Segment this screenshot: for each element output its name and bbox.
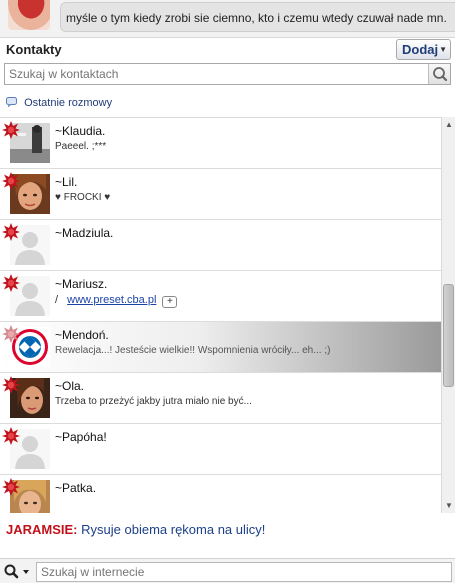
contact-name: ~Lil.: [55, 175, 78, 189]
contact-row[interactable]: ~Lil. ♥ FROCKI ♥: [0, 169, 441, 220]
contact-status-text: /: [55, 294, 59, 306]
contacts-title: Kontakty: [6, 42, 62, 57]
chevron-down-icon: ▼: [439, 45, 447, 54]
away-status-icon: [2, 478, 20, 496]
contact-row[interactable]: ~Klaudia. Paeeel. ;***: [0, 118, 441, 169]
scroll-up-arrow-icon[interactable]: ▲: [445, 120, 453, 129]
expand-plus-icon[interactable]: +: [162, 296, 178, 308]
contact-name: ~Patka.: [55, 481, 97, 495]
contact-status: ♥ FROCKI ♥: [55, 192, 111, 203]
contact-name: ~Madziula.: [55, 226, 114, 240]
away-status-icon: [2, 172, 20, 190]
contact-list-scrollbar[interactable]: ▲ ▼: [441, 117, 455, 513]
contact-row[interactable]: ~Patka.: [0, 475, 441, 513]
search-icon: [4, 564, 29, 579]
contact-row-selected[interactable]: ~Mendoń. Rewelacja...! Jesteście wielkie…: [0, 322, 441, 373]
web-search-bar: [0, 558, 455, 583]
contact-status: Trzeba to przeżyć jakby jutra miało nie …: [55, 396, 252, 407]
news-ticker[interactable]: JARAMSIE: Rysuje obiema rękoma na ulicy!: [6, 522, 265, 537]
contact-search-input[interactable]: [5, 64, 427, 84]
contact-status: Rewelacja...! Jesteście wielkie!! Wspomn…: [55, 345, 331, 356]
contact-search-button[interactable]: [428, 64, 450, 84]
search-engine-selector[interactable]: [3, 563, 33, 580]
away-status-icon: [2, 427, 20, 445]
add-button-label: Dodaj: [402, 42, 439, 57]
chevron-down-icon: [23, 570, 29, 574]
contact-row[interactable]: ~Mariusz. / www.preset.cba.pl +: [0, 271, 441, 322]
contact-name: ~Ola.: [55, 379, 85, 393]
web-search-input[interactable]: [36, 562, 452, 582]
status-link[interactable]: www.preset.cba.pl: [67, 294, 156, 306]
contact-name: ~Mariusz.: [55, 277, 108, 291]
contact-search: [4, 63, 451, 85]
status-bar: myśle o tym kiedy zrobi sie ciemno, kto …: [0, 0, 455, 38]
scroll-down-arrow-icon[interactable]: ▼: [445, 501, 453, 510]
contact-list: ~Klaudia. Paeeel. ;*** ~Lil. ♥ FROCKI ♥: [0, 117, 441, 513]
contact-name: ~Papóha!: [55, 430, 107, 444]
status-message[interactable]: myśle o tym kiedy zrobi sie ciemno, kto …: [60, 2, 455, 32]
away-status-icon: [2, 376, 20, 394]
chat-bubble-icon: [6, 97, 17, 107]
contact-row[interactable]: ~Ola. Trzeba to przeżyć jakby jutra miał…: [0, 373, 441, 424]
away-status-icon: [2, 223, 20, 241]
ticker-text[interactable]: Rysuje obiema rękoma na ulicy!: [81, 522, 265, 537]
away-status-icon: [2, 325, 20, 343]
contact-name: ~Klaudia.: [55, 124, 106, 138]
contact-row[interactable]: ~Papóha!: [0, 424, 441, 475]
own-avatar[interactable]: [8, 0, 50, 30]
contact-status: Paeeel. ;***: [55, 141, 107, 152]
ticker-author[interactable]: JARAMSIE:: [6, 522, 78, 537]
recent-conversations-label: Ostatnie rozmowy: [24, 97, 113, 109]
contact-status: / www.preset.cba.pl +: [55, 294, 178, 308]
away-status-icon: [2, 121, 20, 139]
search-icon: [433, 67, 448, 82]
add-button[interactable]: Dodaj ▼: [396, 39, 451, 60]
scrollbar-thumb[interactable]: [443, 284, 454, 387]
contact-name: ~Mendoń.: [55, 328, 109, 342]
recent-conversations-link[interactable]: Ostatnie rozmowy: [6, 97, 112, 109]
contact-row[interactable]: ~Madziula.: [0, 220, 441, 271]
away-status-icon: [2, 274, 20, 292]
